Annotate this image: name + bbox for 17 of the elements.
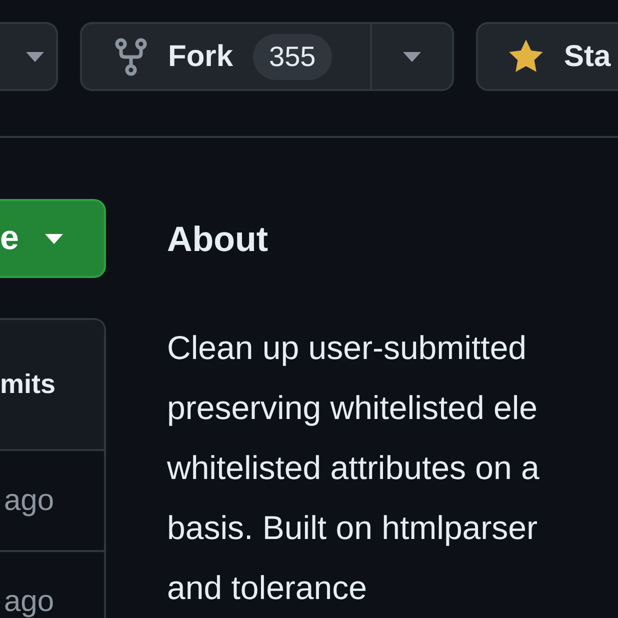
fork-icon [114, 38, 148, 76]
dropdown-button[interactable] [0, 22, 58, 91]
caret-icon [26, 52, 44, 62]
caret-icon [403, 52, 421, 62]
star-button[interactable]: Sta [476, 22, 618, 91]
fork-count: 355 [253, 34, 332, 80]
code-button[interactable]: e [0, 199, 106, 278]
description-line: preserving whitelisted ele [167, 388, 539, 428]
description-line: and tolerance [167, 568, 368, 608]
description-line: Clean up user-submitted [167, 328, 528, 368]
commits-label: mits [0, 368, 56, 402]
description-line: whitelisted attributes on a [167, 448, 540, 488]
commit-time: ago [4, 584, 54, 618]
commit-time: ago [4, 483, 54, 519]
about-heading: About [167, 219, 270, 261]
description-line: basis. Built on htmlparser [167, 508, 538, 548]
caret-icon [44, 234, 63, 244]
